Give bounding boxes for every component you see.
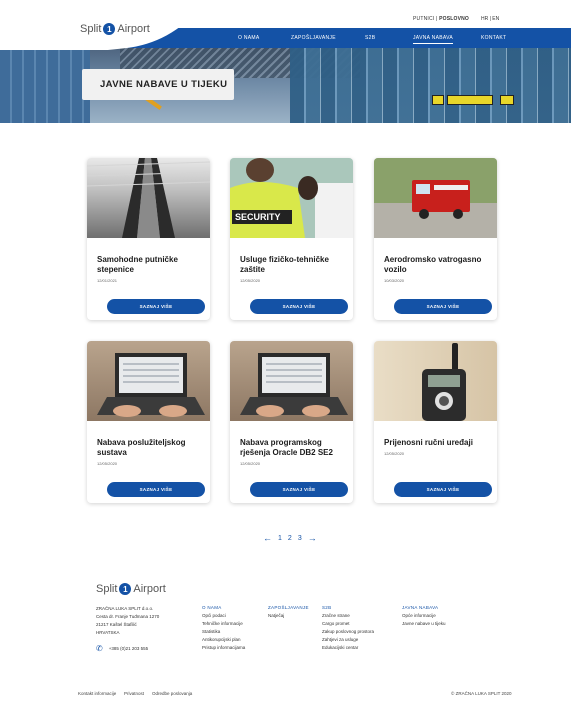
footer-address: ZRAČNA LUKA SPLIT d.o.o. Cesta dr. Franj… <box>96 605 159 637</box>
hero-sign <box>500 95 514 105</box>
footer-logo-mark-icon: 1 <box>119 583 132 595</box>
footer-link[interactable]: Zračne strane <box>322 612 374 620</box>
card-date: 12/05/2020 <box>240 461 261 466</box>
footer-logo-text-left: Split <box>96 583 118 595</box>
laptop-photo <box>230 341 353 421</box>
tender-card[interactable]: Samohodne putničke stepenice 12/01/2021 … <box>87 158 210 320</box>
read-more-button[interactable]: SAZNAJ VIŠE <box>250 299 348 314</box>
card-date: 12/01/2021 <box>97 278 118 283</box>
nav-item-kontakt[interactable]: KONTAKT <box>481 35 506 41</box>
address-line: 21217 Kaštel Štafilić <box>96 622 137 627</box>
tender-card[interactable]: SECURITY Usluge fizičko-tehničke zaštite… <box>230 158 353 320</box>
logo-text-left: Split <box>80 23 102 35</box>
logo-mark-icon: 1 <box>103 23 116 35</box>
card-title: Nabava poslužiteljskog sustava <box>97 438 186 457</box>
card-title: Aerodromsko vatrogasno vozilo <box>384 255 482 274</box>
hero-sign-wide <box>447 95 493 105</box>
page-title: JAVNE NABAVE U TIJEKU <box>100 79 228 90</box>
security-photo: SECURITY <box>230 158 353 238</box>
footer-column-javna-nabava: JAVNA NABAVA Opće informacije Javne naba… <box>402 604 446 628</box>
card-title: Prijenosni ručni uređaji <box>384 438 473 447</box>
read-more-button[interactable]: SAZNAJ VIŠE <box>107 299 205 314</box>
escalator-photo <box>87 158 210 238</box>
bottom-link-privacy[interactable]: Privatnost <box>124 691 144 696</box>
audience-passengers-link[interactable]: PUTNICI | <box>413 16 439 22</box>
footer-link[interactable]: Zahtjevi za usluge <box>322 636 374 644</box>
card-date: 10/03/2020 <box>384 278 405 283</box>
copyright: © ZRAČNA LUKA SPLIT 2020 <box>451 691 512 696</box>
hero-banner: JAVNE NABAVE U TIJEKU <box>0 48 571 123</box>
footer-column-heading[interactable]: S2B <box>322 604 374 612</box>
footer-column-o-nama: O NAMA Opći podaci Tehničke informacije … <box>202 604 245 652</box>
page-link-3[interactable]: 3 <box>298 535 302 542</box>
footer-link[interactable]: Opći podaci <box>202 612 245 620</box>
footer-column-s2b: S2B Zračne strane Cargo promet Zakup pos… <box>322 604 374 652</box>
hero-photo-terminal <box>290 48 571 123</box>
phone-icon: ✆ <box>96 644 103 653</box>
footer-link[interactable]: Natječaj <box>268 612 309 620</box>
next-page-arrow-icon[interactable]: → <box>308 533 317 543</box>
bottom-link-terms[interactable]: Odredbe poslovanja <box>152 691 192 696</box>
footer-link[interactable]: Edukacijski centar <box>322 644 374 652</box>
card-date: 12/05/2020 <box>240 278 261 283</box>
footer-link[interactable]: Zakup poslovnog prostora <box>322 628 374 636</box>
language-switch[interactable]: HR | EN <box>481 16 499 22</box>
fire-truck-photo <box>374 158 497 238</box>
tender-card[interactable]: Nabava poslužiteljskog sustava 12/05/202… <box>87 341 210 503</box>
nav-item-o-nama[interactable]: O NAMA <box>238 35 260 41</box>
footer-link[interactable]: Pristup informacijama <box>202 644 245 652</box>
svg-text:SECURITY: SECURITY <box>235 212 281 222</box>
pagination: ← 1 2 3 → <box>263 533 317 543</box>
audience-switch[interactable]: PUTNICI | POSLOVNO <box>413 16 469 22</box>
tender-card[interactable]: Nabava programskog rješenja Oracle DB2 S… <box>230 341 353 503</box>
footer-logo[interactable]: Split 1 Airport <box>96 583 166 595</box>
tender-card[interactable]: Aerodromsko vatrogasno vozilo 10/03/2020… <box>374 158 497 320</box>
address-line: Cesta dr. Franje Tuđmana 1270 <box>96 614 160 619</box>
card-title: Nabava programskog rješenja Oracle DB2 S… <box>240 438 333 457</box>
audience-business-link[interactable]: POSLOVNO <box>439 16 469 22</box>
address-line: HRVATSKA <box>96 630 120 635</box>
address-line: ZRAČNA LUKA SPLIT d.o.o. <box>96 606 154 611</box>
logo-text-right: Airport <box>117 23 150 35</box>
card-title: Samohodne putničke stepenice <box>97 255 178 274</box>
footer-column-heading[interactable]: O NAMA <box>202 604 245 612</box>
prev-page-arrow-icon[interactable]: ← <box>263 533 272 543</box>
radio-photo <box>374 341 497 421</box>
tender-card[interactable]: Prijenosni ručni uređaji 12/05/2020 SAZN… <box>374 341 497 503</box>
phone-number[interactable]: +385 (0)21 203 555 <box>109 646 148 651</box>
read-more-button[interactable]: SAZNAJ VIŠE <box>394 299 492 314</box>
nav-item-s2b[interactable]: S2B <box>365 35 375 41</box>
page-link-1[interactable]: 1 <box>278 535 282 542</box>
laptop-photo <box>87 341 210 421</box>
footer-logo-text-right: Airport <box>133 583 166 595</box>
footer-link[interactable]: Antikorupcijski plan <box>202 636 245 644</box>
page-link-2[interactable]: 2 <box>288 535 292 542</box>
hero-sign <box>432 95 444 105</box>
footer-phone[interactable]: ✆ +385 (0)21 203 555 <box>96 644 148 653</box>
footer-link[interactable]: Cargo promet <box>322 620 374 628</box>
card-date: 12/05/2020 <box>384 451 405 456</box>
footer-link[interactable]: Statistika <box>202 628 245 636</box>
footer-column-heading[interactable]: ZAPOŠLJAVANJE <box>268 604 309 612</box>
hero-title-box: JAVNE NABAVE U TIJEKU <box>82 69 234 100</box>
read-more-button[interactable]: SAZNAJ VIŠE <box>107 482 205 497</box>
footer-link[interactable]: Opće informacije <box>402 612 446 620</box>
footer-column-heading[interactable]: JAVNA NABAVA <box>402 604 446 612</box>
footer-link[interactable]: Tehničke informacije <box>202 620 245 628</box>
footer-column-zaposljavanje: ZAPOŠLJAVANJE Natječaj <box>268 604 309 620</box>
card-title: Usluge fizičko-tehničke zaštite <box>240 255 329 274</box>
nav-item-zaposljavanje[interactable]: ZAPOŠLJAVANJE <box>291 35 336 41</box>
card-date: 12/05/2020 <box>97 461 118 466</box>
nav-item-javna-nabava[interactable]: JAVNA NABAVA <box>413 35 454 44</box>
footer-link[interactable]: Javne nabave u tijeku <box>402 620 446 628</box>
read-more-button[interactable]: SAZNAJ VIŠE <box>394 482 492 497</box>
site-logo[interactable]: Split 1 Airport <box>80 23 150 35</box>
read-more-button[interactable]: SAZNAJ VIŠE <box>250 482 348 497</box>
hero-photo-left <box>0 48 90 123</box>
bottom-link-contact[interactable]: Kontakt informacije <box>78 691 116 696</box>
